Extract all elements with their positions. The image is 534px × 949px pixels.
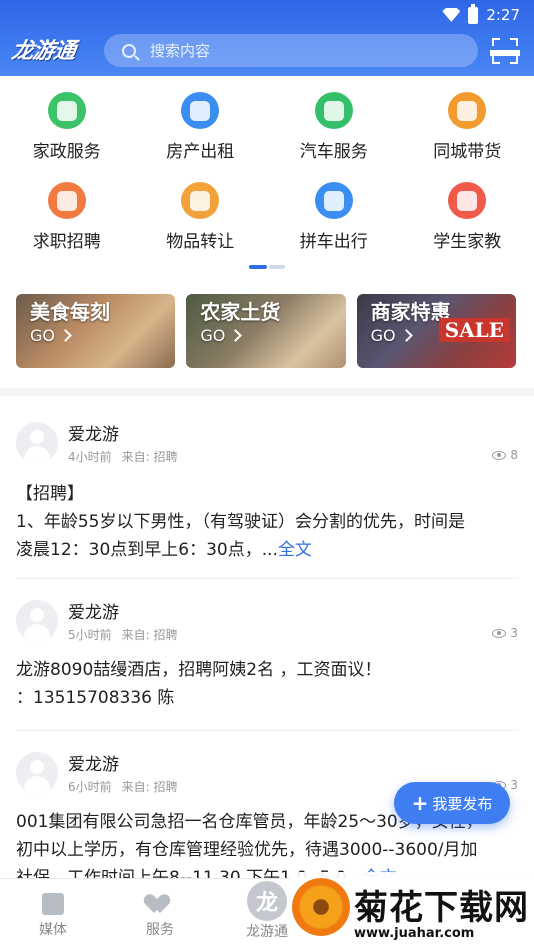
watermark-url: www.juahar.com: [354, 926, 475, 941]
search-icon: [122, 43, 136, 58]
tab-label: 服务: [146, 922, 174, 938]
section-divider: [0, 388, 534, 396]
publish-button[interactable]: + 我要发布: [394, 782, 510, 824]
tab-label: 媒体: [39, 922, 67, 938]
banner-go: GO: [371, 326, 411, 345]
car-service-icon: [314, 92, 353, 129]
status-bar: 2:27: [442, 3, 520, 26]
post-time: 6小时前: [68, 780, 112, 794]
post-separator: [16, 578, 518, 579]
tutor-icon: [448, 182, 487, 219]
avatar: [16, 422, 58, 464]
search-placeholder: 搜索内容: [150, 42, 211, 60]
watermark-title: 菊花下载网: [354, 888, 529, 928]
post-time: 5小时前: [68, 628, 112, 642]
category-housekeeping[interactable]: 家政服务: [0, 86, 134, 162]
watermark: 菊花下载网 www.juahar.com: [290, 872, 534, 949]
avatar: [16, 600, 58, 642]
feed-post[interactable]: 爱龙游 4小时前 来自: 招聘 8 【招聘】 1、年龄55岁以下男性，（有驾驶证）…: [0, 408, 534, 578]
wifi-icon: [442, 8, 461, 22]
header: 2:27 龙游通 搜索内容: [0, 0, 534, 76]
eye-icon: [492, 450, 507, 460]
category-label: 拼车出行: [299, 232, 368, 252]
post-username: 爱龙游: [68, 425, 119, 445]
category-jobs[interactable]: 求职招聘: [0, 176, 134, 252]
eye-icon: [492, 628, 507, 638]
banner-title: 美食每刻: [30, 300, 110, 324]
read-more-link[interactable]: 全文: [278, 540, 312, 560]
tab-label: 龙游通: [246, 924, 288, 940]
category-label: 求职招聘: [32, 232, 101, 252]
transfer-icon: [181, 182, 220, 219]
category-tutor[interactable]: 学生家教: [401, 176, 534, 252]
category-car-service[interactable]: 汽车服务: [267, 86, 401, 162]
category-house-rent[interactable]: 房产出租: [134, 86, 268, 162]
news-icon: [42, 893, 64, 915]
app-logo: 龙游通: [9, 39, 77, 64]
app-root: 2:27 龙游通 搜索内容 家政服务 房产出租 汽车服务 同城带货 求职招聘 物…: [0, 0, 534, 949]
banner-farm-goods[interactable]: 农家土货 GO: [186, 294, 346, 368]
post-source: 来自: 招聘: [121, 780, 178, 794]
post-meta: 6小时前 来自: 招聘: [68, 778, 188, 795]
sale-badge: SALE: [438, 318, 510, 342]
plus-icon: +: [411, 791, 429, 815]
search-input[interactable]: 搜索内容: [104, 34, 478, 67]
post-meta: 4小时前 来自: 招聘: [68, 448, 188, 465]
banner-row: 美食每刻 GO 农家土货 GO 商家特惠 GO SALE: [16, 294, 516, 368]
heart-icon: [149, 893, 171, 915]
category-transfer[interactable]: 物品转让: [134, 176, 268, 252]
post-username: 爱龙游: [68, 603, 119, 623]
post-body: 【招聘】 1、年龄55岁以下男性，（有驾驶证）会分割的优先，时间是 凌晨12：3…: [16, 484, 465, 560]
tab-media[interactable]: 媒体: [8, 879, 98, 949]
post-time: 4小时前: [68, 450, 112, 464]
view-count: 3: [492, 626, 518, 640]
post-body: 龙游8090喆缦酒店，招聘阿姨2名 ，工资面议！ ：13515708336 陈: [16, 660, 382, 708]
category-grid: 家政服务 房产出租 汽车服务 同城带货 求职招聘 物品转让 拼车出行 学生家教: [0, 86, 534, 252]
category-local-goods[interactable]: 同城带货: [401, 86, 534, 162]
banner-merchant-deals[interactable]: 商家特惠 GO SALE: [356, 294, 516, 368]
scan-icon: [492, 38, 500, 46]
carpool-icon: [314, 182, 353, 219]
avatar: [16, 752, 58, 794]
chrysanthemum-logo-icon: [292, 878, 350, 936]
tab-services[interactable]: 服务: [115, 879, 205, 949]
status-time: 2:27: [486, 6, 520, 24]
category-label: 家政服务: [32, 142, 101, 162]
category-label: 同城带货: [433, 142, 502, 162]
banner-food[interactable]: 美食每刻 GO: [16, 294, 176, 368]
publish-label: 我要发布: [432, 794, 493, 813]
category-label: 汽车服务: [299, 142, 368, 162]
briefcase-icon: [47, 182, 86, 219]
feed-post[interactable]: 爱龙游 5小时前 来自: 招聘 3 龙游8090喆缦酒店，招聘阿姨2名 ，工资面议…: [0, 586, 534, 726]
post-separator: [16, 730, 518, 731]
package-icon: [448, 92, 487, 129]
category-carpool[interactable]: 拼车出行: [267, 176, 401, 252]
category-label: 物品转让: [166, 232, 235, 252]
housekeeping-icon: [47, 92, 86, 129]
post-source: 来自: 招聘: [121, 450, 178, 464]
dragon-logo-icon: 龙: [247, 881, 287, 921]
scan-qr-button[interactable]: [490, 38, 520, 64]
banner-go: GO: [200, 326, 240, 345]
page-indicator: [249, 265, 285, 269]
battery-icon: [468, 3, 479, 24]
banner-go: GO: [30, 326, 70, 345]
view-count: 8: [492, 448, 518, 462]
banner-title: 农家土货: [200, 300, 281, 324]
post-username: 爱龙游: [68, 755, 119, 775]
category-label: 房产出租: [166, 142, 235, 162]
post-source: 来自: 招聘: [121, 628, 178, 642]
category-label: 学生家教: [433, 232, 502, 252]
post-meta: 5小时前 来自: 招聘: [68, 626, 188, 643]
house-rent-icon: [181, 92, 220, 129]
